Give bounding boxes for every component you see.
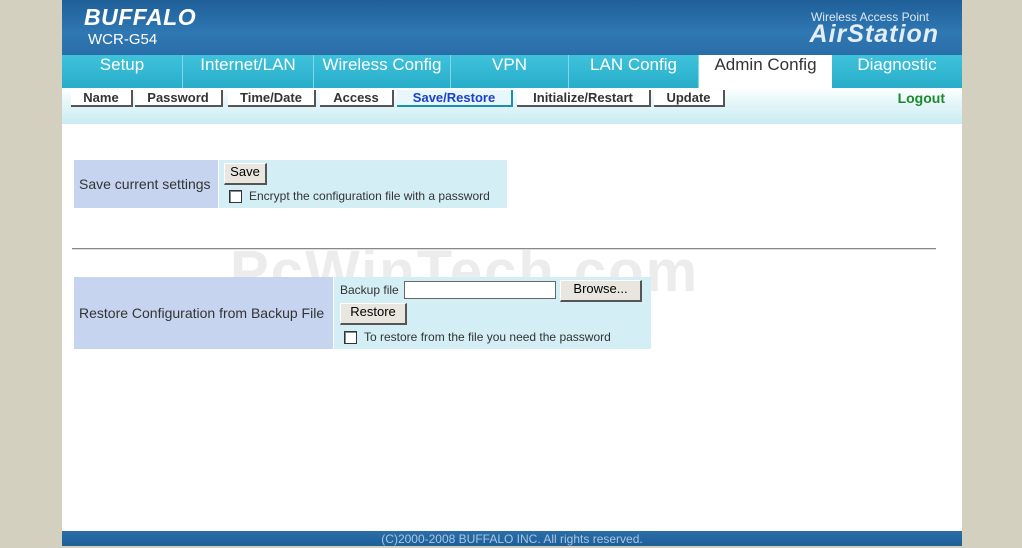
save-settings-pane: Save Encrypt the configuration file with… <box>219 160 507 208</box>
subnav-time-date[interactable]: Time/Date <box>228 90 316 107</box>
tab-setup[interactable]: Setup <box>62 55 183 88</box>
footer-copyright: (C)2000-2008 BUFFALO INC. All rights res… <box>62 531 962 546</box>
encrypt-checkbox-label: Encrypt the configuration file with a pa… <box>249 189 490 203</box>
restore-password-checkbox-label: To restore from the file you need the pa… <box>364 330 611 344</box>
logout-link[interactable]: Logout <box>898 90 945 106</box>
section-divider <box>72 248 936 250</box>
tab-admin-config[interactable]: Admin Config <box>699 55 832 88</box>
product-logo: AirStation <box>809 20 939 48</box>
subnav-access[interactable]: Access <box>320 90 394 107</box>
tab-vpn[interactable]: VPN <box>451 55 569 88</box>
header-banner: BUFFALO WCR-G54 Wireless Access Point Ai… <box>62 0 962 55</box>
backup-file-input[interactable] <box>404 281 556 299</box>
subnav-save-restore[interactable]: Save/Restore <box>397 90 513 107</box>
restore-config-label: Restore Configuration from Backup File <box>74 277 333 349</box>
restore-button[interactable]: Restore <box>340 303 407 325</box>
tab-internet-lan[interactable]: Internet/LAN <box>183 55 314 88</box>
subnav-initialize-restart[interactable]: Initialize/Restart <box>517 90 651 107</box>
tab-wireless-config[interactable]: Wireless Config <box>314 55 451 88</box>
main-tabs: Setup Internet/LAN Wireless Config VPN L… <box>62 55 962 88</box>
model-name: WCR-G54 <box>88 31 158 48</box>
tab-lan-config[interactable]: LAN Config <box>569 55 699 88</box>
tab-diagnostic[interactable]: Diagnostic <box>832 55 962 88</box>
brand-logo: BUFFALO <box>84 4 197 30</box>
router-admin-page: BUFFALO WCR-G54 Wireless Access Point Ai… <box>62 0 962 546</box>
encrypt-checkbox[interactable] <box>229 190 242 203</box>
save-settings-label: Save current settings <box>74 160 218 208</box>
subnav-password[interactable]: Password <box>135 90 223 107</box>
subnav-update[interactable]: Update <box>654 90 725 107</box>
subnav-name[interactable]: Name <box>71 90 133 107</box>
save-button[interactable]: Save <box>224 163 267 185</box>
restore-password-checkbox[interactable] <box>344 331 357 344</box>
sub-navigation: Name Password Time/Date Access Save/Rest… <box>62 88 962 124</box>
backup-file-label: Backup file <box>340 283 399 297</box>
browse-button[interactable]: Browse... <box>560 280 642 302</box>
restore-config-pane: Backup file Browse... Restore To restore… <box>334 277 651 349</box>
